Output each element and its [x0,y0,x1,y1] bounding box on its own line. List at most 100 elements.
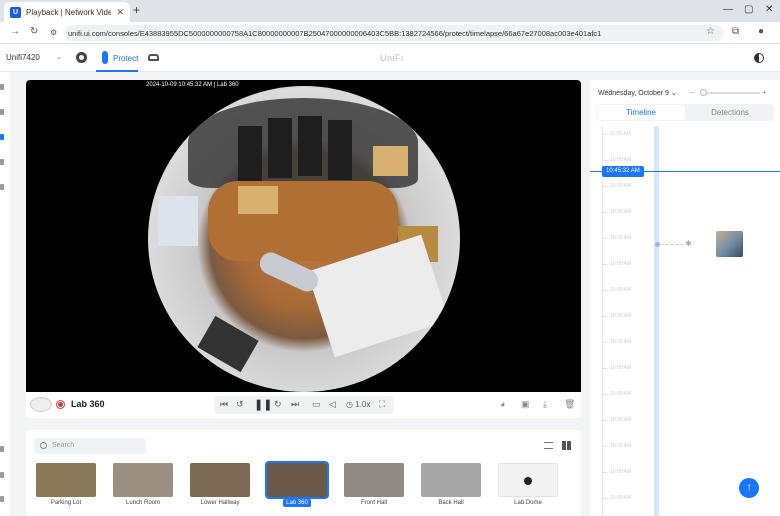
date-value: Wednesday, October 9 [598,90,669,97]
reload-icon[interactable]: ↻ [30,26,38,37]
zoom-slider[interactable] [700,92,760,94]
skip-next-icon[interactable]: ⏭ [291,399,299,410]
chevron-down-icon[interactable]: ⌄ [56,53,62,61]
address-bar: → ↻ ⚙ unifi.ui.com/consoles/E43883955DC5… [0,22,780,44]
tab-timeline[interactable]: Timeline [597,105,685,120]
forward-icon[interactable]: ↻ [274,399,282,410]
camera-thumbnail[interactable]: Lab Dome [498,463,558,509]
zoom-out-icon[interactable]: − [690,88,695,97]
browser-tab[interactable]: U Playback | Network Video Reco ✕ [4,2,130,22]
tab-detections[interactable]: Detections [686,105,774,120]
camera-label-text: Front Hall [360,500,387,506]
zoom-slider-handle[interactable] [700,89,707,96]
timeline-hour-label: 10:00 AM [610,209,632,215]
camera-thumbnail[interactable]: Lower Hallway [190,463,250,509]
date-picker[interactable]: Wednesday, October 9 ⌄ [598,89,677,97]
timeline-tick [602,212,607,213]
sidebar-nav-icon[interactable] [0,446,4,452]
theme-toggle-icon[interactable] [754,53,764,63]
profile-icon[interactable]: ● [758,26,764,37]
event-marker[interactable] [655,242,660,247]
sidebar-nav-icon[interactable] [0,184,4,190]
fisheye-camera-image [148,86,460,392]
url-field[interactable]: unifi.ui.com/consoles/E43883955DC5000000… [64,25,724,41]
fullscreen-icon[interactable]: ⛶ [379,399,385,410]
bookmark-star-icon[interactable]: ☆ [706,26,715,37]
fisheye-rack [238,126,262,186]
back-icon[interactable]: → [10,26,20,37]
camera-thumbnail[interactable]: Back Hall [421,463,481,509]
timeline-hour-label: 10:00 AM [610,157,632,163]
delete-icon[interactable]: 🗑 [564,399,575,410]
timeline-tick [602,186,607,187]
camera-thumbnail-icon[interactable] [30,397,52,412]
timeline-tick [602,394,607,395]
camera-preview [344,463,404,497]
list-view-icon[interactable] [544,442,553,449]
site-info-icon[interactable]: ⚙ [50,28,57,37]
camera-label: Back Hall [421,500,481,506]
sidebar-nav-icon[interactable] [0,84,4,90]
rewind-icon[interactable]: ↺ [236,399,244,410]
camera-thumbnail[interactable]: Lab 360 [265,461,329,509]
snapshot-icon[interactable]: ▣ [521,399,530,410]
camera-label-text: Lunch Room [125,500,161,506]
recording-track[interactable] [654,126,659,516]
detection-thumbnail[interactable] [716,231,743,257]
pause-icon[interactable]: ❚❚ [254,398,272,411]
protect-app-icon[interactable] [102,51,108,64]
zoom-icon[interactable]: ◕ [500,399,505,409]
camera-search-input[interactable]: Search [34,438,146,454]
event-connector [661,244,683,245]
timeline-hour-label: 10:00 AM [610,287,632,293]
sidebar-nav-icon[interactable] [0,472,4,478]
timeline-hour-label: 10:00 AM [610,365,632,371]
timeline-tick [602,498,607,499]
sidebar-nav-icon[interactable] [0,109,4,115]
camera-thumbnail[interactable]: Parking Lot [36,463,96,509]
volume-icon[interactable]: ◁ [329,399,336,410]
camera-device-icon [524,477,532,485]
scroll-to-live-button[interactable]: ↑ [739,478,759,498]
settings-icon[interactable] [76,52,87,63]
timeline-scroll[interactable]: 11:00 AM 10:00 AM 10:00 AM 10:00 AM 10:00 AM… [590,126,780,516]
fisheye-desk [238,186,278,214]
maximize-icon[interactable]: ▢ [744,4,753,15]
browser-tab-bar: U Playback | Network Video Reco ✕ + — ▢ … [0,0,780,22]
speed-value: 1.0x [355,400,371,409]
camera-label: Lab Dome [498,500,558,506]
close-tab-icon[interactable]: ✕ [116,7,124,18]
left-sidebar [0,72,10,516]
camera-thumbnail[interactable]: Lunch Room [113,463,173,509]
timeline-hour-label: 10:00 AM [610,391,632,397]
fisheye-desk [373,146,408,176]
camera-label-text: Lab 360 [283,499,311,507]
download-icon[interactable]: ⤓ [543,399,547,410]
timeline-hour-label: 10:00 AM [610,495,632,501]
unifi-logo: UniFi [380,53,404,63]
video-frame[interactable]: 2024-10-09 10:45:32 AM | Lab 360 [26,80,581,392]
hd-icon[interactable]: ▭ [312,399,321,410]
view-tabs: Timeline Detections [596,104,774,121]
tab-title: Playback | Network Video Reco [26,7,112,17]
camera-thumbnail[interactable]: Front Hall [344,463,404,509]
vehicle-icon[interactable] [148,54,159,61]
zoom-in-icon[interactable]: + [762,88,767,97]
close-window-icon[interactable]: ✕ [765,4,773,15]
speed-control[interactable]: ◷ 1.0x [346,400,370,409]
sidebar-nav-icon[interactable] [0,134,4,140]
fisheye-rack [328,120,352,180]
console-selector[interactable]: Unifi7420 [6,53,40,62]
skip-previous-icon[interactable]: ⏮ [220,399,228,410]
grid-view-icon[interactable] [562,441,571,450]
sidebar-nav-icon[interactable] [0,159,4,165]
extensions-icon[interactable]: ⧉ [732,26,739,37]
playback-controls: ⏮ ↺ ❚❚ ↻ ⏭ ▭ ◁ ◷ 1.0x ⛶ [214,396,394,414]
recording-indicator-icon [57,401,64,408]
timeline-tick [602,342,607,343]
new-tab-icon[interactable]: + [133,3,140,17]
minimize-icon[interactable]: — [723,4,733,15]
timeline-tick [602,446,607,447]
protect-app-label[interactable]: Protect [113,54,138,63]
sidebar-nav-icon[interactable] [0,496,4,502]
